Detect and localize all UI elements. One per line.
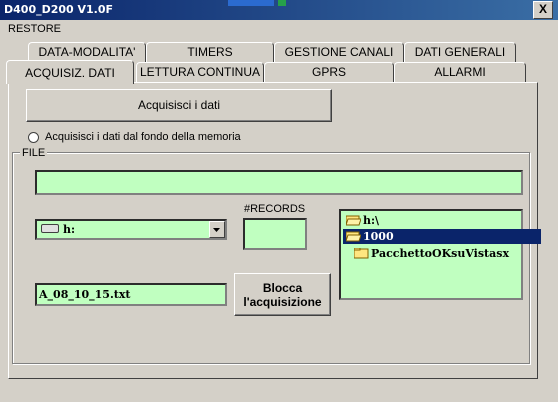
folder-icon	[354, 248, 369, 259]
tab-data-modalita[interactable]: DATA-MODALITA'	[28, 42, 146, 62]
tree-item-pacchetto[interactable]: PacchettoOKsuVistasx	[351, 246, 509, 261]
window-title: D400_D200 V1.0F	[4, 3, 114, 16]
file-group-label: FILE	[20, 147, 48, 159]
tree-item-1000[interactable]: 1000	[343, 229, 541, 244]
tab-dati-generali[interactable]: DATI GENERALI	[404, 42, 516, 62]
taskbar-fragment-green	[278, 0, 286, 6]
menu-item-restore[interactable]: RESTORE	[8, 23, 61, 35]
tab-gestione-canali[interactable]: GESTIONE CANALI	[274, 42, 404, 62]
dropdown-button[interactable]	[209, 221, 225, 238]
open-folder-icon	[346, 215, 361, 226]
records-label: #RECORDS	[244, 203, 306, 215]
close-icon: X	[538, 2, 547, 16]
tab-acquisiz-dati[interactable]: ACQUISIZ. DATI	[6, 60, 134, 84]
block-acquisition-button[interactable]: Blocca l'acquisizione	[234, 273, 331, 316]
acquire-data-button[interactable]: Acquisisci i dati	[26, 89, 332, 122]
records-field[interactable]	[243, 218, 307, 250]
filename-field[interactable]: A_08_10_15.txt	[35, 283, 227, 306]
drive-select[interactable]: h:	[35, 219, 227, 240]
drive-icon	[41, 224, 59, 233]
folder-tree[interactable]: h:\ 1000 PacchettoOKsuVistasx	[339, 209, 541, 300]
chevron-down-icon	[213, 228, 220, 232]
menu-bar: RESTORE	[0, 20, 558, 38]
close-window-button[interactable]: X	[533, 1, 553, 19]
file-path-field[interactable]	[35, 170, 523, 195]
tab-allarmi[interactable]: ALLARMI	[394, 62, 526, 82]
from-end-label: Acquisisci i dati dal fondo della memori…	[45, 131, 241, 143]
tree-item-drive[interactable]: h:\	[343, 213, 379, 228]
taskbar-fragment	[228, 0, 274, 6]
drive-value: h:	[63, 223, 76, 236]
from-end-radio[interactable]	[28, 132, 39, 143]
tab-gprs[interactable]: GPRS	[264, 62, 394, 82]
tab-lettura-continua[interactable]: LETTURA CONTINUA	[136, 62, 264, 82]
tab-timers[interactable]: TIMERS	[146, 42, 274, 62]
open-folder-icon	[346, 231, 361, 242]
